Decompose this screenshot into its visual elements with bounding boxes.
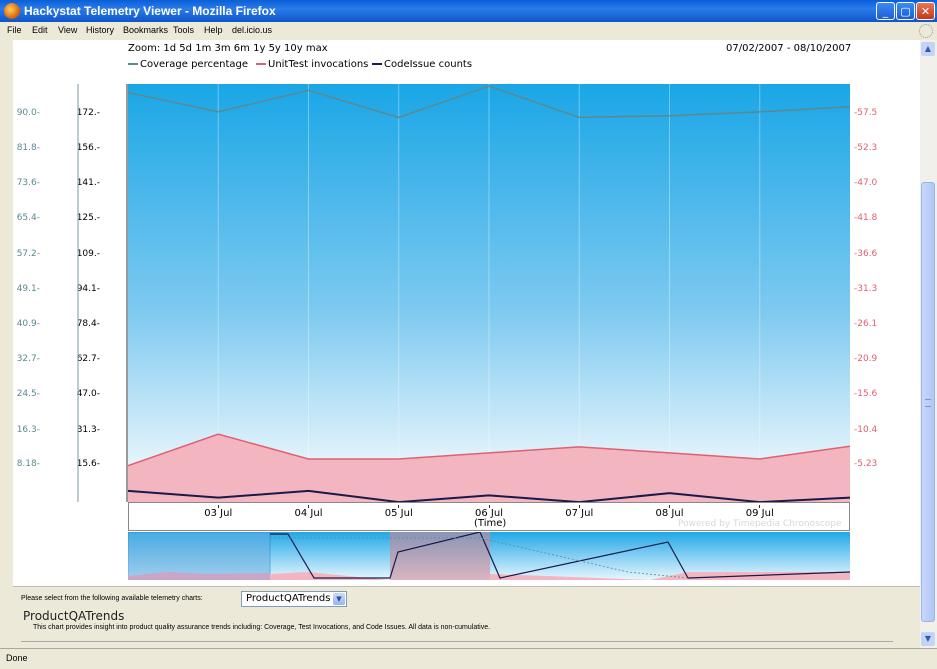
panel-divider <box>21 641 893 642</box>
x-tick: 03 Jul <box>202 505 234 519</box>
zoom-10y[interactable]: 10y <box>284 43 303 54</box>
dropdown-arrow-icon[interactable]: ▼ <box>333 593 345 605</box>
throbber-icon <box>919 24 933 38</box>
unittest-axis-tick: -10.4 <box>854 425 878 435</box>
coverage-swatch <box>128 63 138 65</box>
vertical-scrollbar[interactable]: ▲ ▼ <box>920 40 937 648</box>
zoom-5d[interactable]: 5d <box>179 43 192 54</box>
unittest-axis-tick: -41.8 <box>854 213 878 223</box>
status-bar: Done <box>0 648 937 669</box>
zoom-3m[interactable]: 3m <box>215 43 231 54</box>
menu-edit[interactable]: Edit <box>32 25 48 35</box>
unittest-axis-tick: -36.6 <box>854 249 878 259</box>
scroll-down-arrow-icon[interactable]: ▼ <box>921 632 935 646</box>
coverage-axis-tick: 57.2- <box>16 249 40 259</box>
legend-coverage: Coverage percentage <box>128 59 248 73</box>
scroll-up-arrow-icon[interactable]: ▲ <box>921 42 935 56</box>
zoom-1m[interactable]: 1m <box>195 43 211 54</box>
x-axis-title: (Time) <box>474 518 507 529</box>
coverage-axis-tick: 40.9- <box>16 319 40 329</box>
x-tick: 08 Jul <box>654 505 686 519</box>
coverage-axis-tick: 81.8- <box>16 143 40 153</box>
unittest-swatch <box>256 63 266 65</box>
overview-selection[interactable] <box>128 532 271 580</box>
chart-description: This chart provides insight into product… <box>33 624 491 631</box>
menu-bookmarks[interactable]: Bookmarks <box>123 25 168 35</box>
chart-title: ProductQATrends <box>23 609 125 623</box>
legend-codeissue-label: CodeIssue counts <box>384 59 473 70</box>
menu-file[interactable]: File <box>7 25 22 35</box>
zoom-controls: Zoom: 1d 5d 1m 3m 6m 1y 5y 10y max <box>128 43 328 54</box>
legend-unittest-label: UnitTest invocations <box>268 59 369 70</box>
x-tick: 06 Jul <box>473 505 505 519</box>
chart-watermark: Powered by Timepedia Chronoscope <box>678 519 842 529</box>
zoom-5y[interactable]: 5y <box>269 43 281 54</box>
date-range: 07/02/2007 - 08/10/2007 <box>726 43 852 54</box>
zoom-1y[interactable]: 1y <box>253 43 265 54</box>
scroll-thumb[interactable] <box>921 182 935 622</box>
chart-select-label: Please select from the following availab… <box>21 595 203 602</box>
menu-delicious[interactable]: del.icio.us <box>232 25 272 35</box>
zoom-6m[interactable]: 6m <box>234 43 250 54</box>
unittest-axis-tick: -26.1 <box>854 319 878 329</box>
coverage-axis-tick: 65.4- <box>16 213 40 223</box>
x-tick: 07 Jul <box>563 505 595 519</box>
zoom-1d[interactable]: 1d <box>163 43 176 54</box>
unittest-axis-tick: -20.9 <box>854 354 878 364</box>
chart-select[interactable]: ProductQATrends ▼ <box>241 591 347 607</box>
chart-selector-panel: Please select from the following availab… <box>13 586 920 649</box>
legend-coverage-label: Coverage percentage <box>140 59 249 70</box>
coverage-axis-tick: 16.3- <box>16 425 40 435</box>
legend-codeissue: CodeIssue counts <box>372 59 472 73</box>
coverage-axis-tick: 32.7- <box>16 354 40 364</box>
coverage-axis-tick: 90.0- <box>16 108 40 118</box>
menu-history[interactable]: History <box>86 25 114 35</box>
status-text: Done <box>6 653 28 663</box>
menu-bar: File Edit View History Bookmarks Tools H… <box>0 22 937 40</box>
unittest-axis-tick: -52.3 <box>854 143 878 153</box>
window-titlebar: Hackystat Telemetry Viewer - Mozilla Fir… <box>0 0 937 22</box>
menu-tools[interactable]: Tools <box>173 25 194 35</box>
close-button[interactable]: ✕ <box>916 2 935 20</box>
coverage-axis-tick: 49.1- <box>16 284 40 294</box>
scroll-grip-icon <box>925 399 931 407</box>
chart-select-value: ProductQATrends <box>246 593 331 604</box>
zoom-label: Zoom: <box>128 43 161 54</box>
coverage-axis-tick: 24.5- <box>16 389 40 399</box>
zoom-max[interactable]: max <box>306 43 328 54</box>
coverage-axis-tick: 8.18- <box>16 459 40 469</box>
firefox-icon <box>4 3 20 19</box>
menu-view[interactable]: View <box>58 25 77 35</box>
coverage-axis-tick: 73.6- <box>16 178 40 188</box>
menu-help[interactable]: Help <box>204 25 223 35</box>
unittest-axis-tick: -47.0 <box>854 178 878 188</box>
unittest-axis-tick: -31.3 <box>854 284 878 294</box>
overview-strip[interactable] <box>128 532 850 580</box>
legend-unittest: UnitTest invocations <box>256 59 368 73</box>
main-plot[interactable] <box>128 84 850 502</box>
unittest-axis-tick: -57.5 <box>854 108 878 118</box>
unittest-axis-tick: -15.6 <box>854 389 878 399</box>
x-tick: 05 Jul <box>383 505 415 519</box>
x-tick: 09 Jul <box>744 505 776 519</box>
left-axis-lines <box>77 84 128 502</box>
unittest-axis-tick: -5.23 <box>854 459 878 469</box>
x-tick: 04 Jul <box>293 505 325 519</box>
minimize-button[interactable]: _ <box>876 2 895 20</box>
maximize-button[interactable]: ▢ <box>896 2 915 20</box>
window-title: Hackystat Telemetry Viewer - Mozilla Fir… <box>24 4 276 18</box>
codeissue-swatch <box>372 63 382 65</box>
